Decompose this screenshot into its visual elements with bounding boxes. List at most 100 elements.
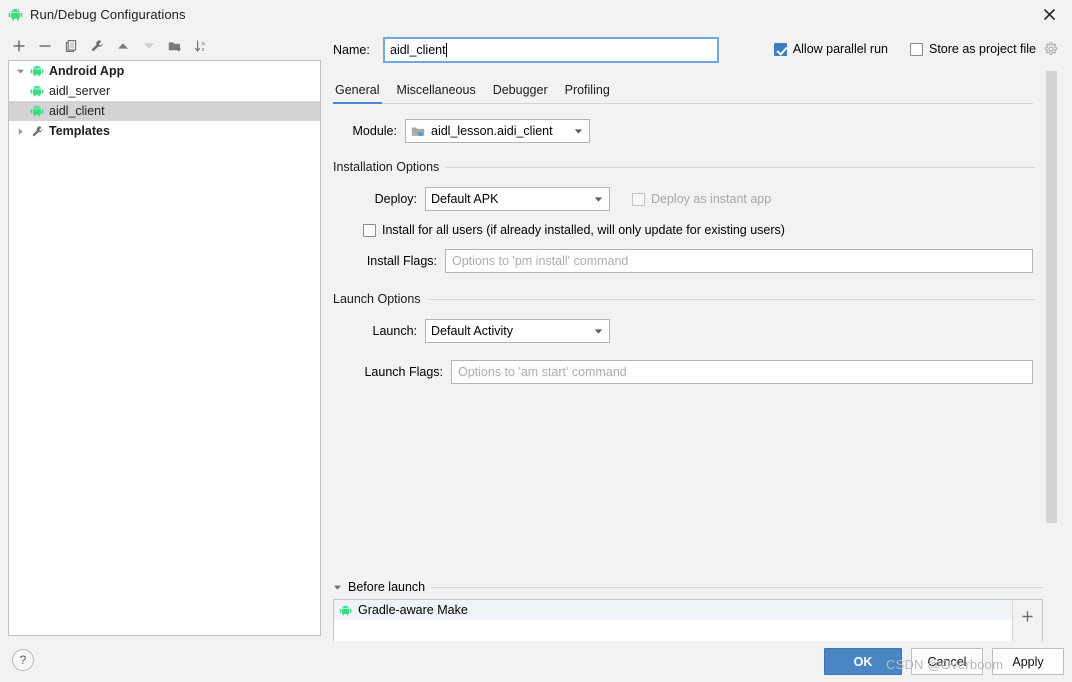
dialog-buttons: OK Cancel Apply <box>824 648 1064 675</box>
before-launch-task-list[interactable]: Gradle-aware Make <box>333 599 1043 645</box>
configuration-editor-pane: Name: aidl_client Allow parallel run Sto… <box>333 30 1058 630</box>
task-item-gradle-aware-make[interactable]: Gradle-aware Make <box>334 600 1012 620</box>
allow-parallel-run-checkbox[interactable]: Allow parallel run <box>773 42 888 56</box>
move-up-button[interactable] <box>110 34 136 58</box>
move-down-button[interactable] <box>136 34 162 58</box>
tree-node-label: aidl_client <box>49 104 105 118</box>
editor-tabs: General Miscellaneous Debugger Profiling <box>333 78 1033 104</box>
install-for-all-users-label: Install for all users (if already instal… <box>382 223 785 237</box>
ok-button[interactable]: OK <box>824 648 902 675</box>
store-as-project-file-checkbox[interactable]: Store as project file <box>910 42 1036 56</box>
scrollbar-thumb[interactable] <box>1046 71 1057 523</box>
module-folder-icon <box>411 125 426 138</box>
android-icon <box>8 8 23 21</box>
name-label: Name: <box>333 43 370 57</box>
chevron-down-icon[interactable] <box>567 120 589 142</box>
edit-templates-button[interactable] <box>84 34 110 58</box>
tree-node-aidl-server[interactable]: aidl_server <box>9 81 320 101</box>
deploy-as-instant-app-checkbox[interactable]: Deploy as instant app <box>632 192 771 206</box>
tree-node-label: Android App <box>49 64 125 78</box>
sort-az-button[interactable]: a z <box>188 34 214 58</box>
checkbox-box <box>773 42 787 56</box>
install-flags-label: Install Flags: <box>366 254 437 268</box>
android-icon <box>339 605 352 616</box>
copy-configuration-button[interactable] <box>58 34 84 58</box>
launch-flags-label: Launch Flags: <box>364 365 443 379</box>
before-launch-header[interactable]: Before launch <box>333 580 1043 594</box>
checkbox-box <box>363 223 376 237</box>
editor-scrollbar[interactable] <box>1046 60 1057 580</box>
tab-debugger[interactable]: Debugger <box>491 83 557 103</box>
checkbox-box <box>632 192 645 206</box>
module-value: aidl_lesson.aidi_client <box>431 124 553 138</box>
chevron-down-icon[interactable] <box>587 188 609 210</box>
text-caret <box>445 43 447 57</box>
store-as-project-file-label: Store as project file <box>929 42 1036 56</box>
tab-profiling[interactable]: Profiling <box>563 83 619 103</box>
deploy-value: Default APK <box>431 192 499 206</box>
configurations-toolbar: a z <box>6 33 322 59</box>
deploy-row: Deploy: Default APK Deploy as instant ap… <box>333 187 1035 211</box>
launch-row: Launch: Default Activity <box>333 319 1035 343</box>
tree-node-label: aidl_server <box>49 84 111 98</box>
add-configuration-button[interactable] <box>6 34 32 58</box>
gear-icon[interactable] <box>1044 42 1058 56</box>
dialog-titlebar: Run/Debug Configurations <box>0 0 1072 28</box>
configurations-tree[interactable]: Android App aidl_server aidl_client Temp… <box>8 60 321 636</box>
run-debug-configurations-dialog: Run/Debug Configurations a z Android App… <box>0 0 1072 682</box>
before-launch-section: Before launch Gradle-aware Make <box>333 580 1043 645</box>
chevron-down-icon[interactable] <box>13 67 28 76</box>
add-task-button[interactable] <box>1021 610 1034 623</box>
tab-general[interactable]: General <box>333 83 388 104</box>
checkbox-box <box>910 42 923 56</box>
apply-button[interactable]: Apply <box>992 648 1064 675</box>
cancel-button[interactable]: Cancel <box>911 648 983 675</box>
general-tab-form: Module: aidl_lesson.aidi_client Installa… <box>333 114 1035 384</box>
install-flags-input[interactable]: Options to 'pm install' command <box>445 249 1033 273</box>
task-list-sidebar <box>1012 600 1042 644</box>
move-into-folder-button[interactable] <box>162 34 188 58</box>
dialog-bottom-bar: ? OK Cancel Apply <box>0 641 1072 682</box>
wrench-icon <box>28 125 46 138</box>
group-divider <box>431 586 1043 588</box>
chevron-right-icon[interactable] <box>13 127 28 136</box>
installation-options-group-header: Installation Options <box>333 160 1035 174</box>
deploy-label: Deploy: <box>374 192 417 206</box>
launch-options-group-header: Launch Options <box>333 292 1035 306</box>
launch-label: Launch: <box>372 324 417 338</box>
tree-node-aidl-client[interactable]: aidl_client <box>9 101 320 121</box>
task-item-label: Gradle-aware Make <box>358 603 468 617</box>
help-button[interactable]: ? <box>12 649 34 671</box>
launch-flags-input[interactable]: Options to 'am start' command <box>451 360 1033 384</box>
chevron-down-icon[interactable] <box>333 583 342 592</box>
launch-flags-row: Launch Flags: Options to 'am start' comm… <box>333 360 1035 384</box>
launch-value: Default Activity <box>431 324 513 338</box>
dialog-title: Run/Debug Configurations <box>30 6 186 22</box>
remove-configuration-button[interactable] <box>32 34 58 58</box>
tree-node-templates[interactable]: Templates <box>9 121 320 141</box>
android-icon <box>28 105 46 117</box>
launch-options-title: Launch Options <box>333 292 421 306</box>
launch-flags-placeholder: Options to 'am start' command <box>458 365 627 379</box>
allow-parallel-run-label: Allow parallel run <box>792 42 888 56</box>
install-for-all-users-checkbox[interactable]: Install for all users (if already instal… <box>363 223 785 237</box>
deploy-as-instant-app-label: Deploy as instant app <box>651 192 772 206</box>
install-all-users-row: Install for all users (if already instal… <box>333 223 1035 237</box>
module-dropdown[interactable]: aidl_lesson.aidi_client <box>405 119 590 143</box>
name-input[interactable]: aidl_client <box>383 37 719 63</box>
top-checkboxes: Allow parallel run Store as project file <box>773 38 1058 60</box>
before-launch-title: Before launch <box>348 580 426 594</box>
launch-dropdown[interactable]: Default Activity <box>425 319 610 343</box>
tree-node-label: Templates <box>49 124 110 138</box>
group-divider <box>427 298 1035 300</box>
deploy-dropdown[interactable]: Default APK <box>425 187 610 211</box>
close-icon[interactable] <box>1026 0 1072 28</box>
module-row: Module: aidl_lesson.aidi_client <box>333 119 1035 143</box>
tab-miscellaneous[interactable]: Miscellaneous <box>394 83 484 103</box>
chevron-down-icon[interactable] <box>587 320 609 342</box>
name-input-value: aidl_client <box>390 43 446 57</box>
installation-options-title: Installation Options <box>333 160 440 174</box>
install-flags-placeholder: Options to 'pm install' command <box>452 254 629 268</box>
svg-text:z: z <box>201 47 204 53</box>
tree-node-android-app[interactable]: Android App <box>9 61 320 81</box>
